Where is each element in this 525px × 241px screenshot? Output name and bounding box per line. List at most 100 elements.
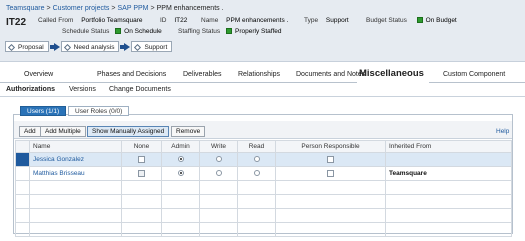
tab-deliverables[interactable]: Deliverables xyxy=(183,71,222,78)
workflow-step-label: Need analysis xyxy=(73,43,115,51)
users-table: Name None Admin Write Read Person Respon… xyxy=(15,140,512,237)
arrow-right-icon xyxy=(120,42,131,51)
column-header-admin[interactable]: Admin xyxy=(161,140,200,153)
read-radio[interactable] xyxy=(253,170,260,177)
none-checkbox-cell xyxy=(121,166,162,181)
none-checkbox[interactable] xyxy=(138,169,145,177)
subtab-divider xyxy=(0,96,525,97)
schedule-status-field: Schedule Status On Schedule xyxy=(62,28,162,35)
workflow-bar: Proposal Need analysis Support xyxy=(5,41,173,52)
person-responsible-cell xyxy=(275,152,386,167)
column-header-name[interactable]: Name xyxy=(29,140,122,153)
id-label: ID xyxy=(160,17,167,24)
subtab-versions[interactable]: Versions xyxy=(69,86,96,93)
staffing-status-label: Staffing Status xyxy=(178,28,221,35)
users-grid: Name None Admin Write Read Person Respon… xyxy=(15,140,512,237)
workflow-step-label: Proposal xyxy=(18,43,44,51)
breadcrumb-link[interactable]: SAP PPM xyxy=(118,5,149,12)
write-radio[interactable] xyxy=(215,170,222,177)
called-from-label: Called From xyxy=(38,17,74,24)
schedule-status-value: On Schedule xyxy=(124,28,162,35)
add-button[interactable]: Add xyxy=(19,126,41,137)
inherited-from-cell: Teamsquare xyxy=(385,166,512,181)
row-selector[interactable] xyxy=(15,166,30,181)
row-selector[interactable] xyxy=(15,152,30,167)
tab-relationships[interactable]: Relationships xyxy=(238,71,280,78)
person-responsible-checkbox[interactable] xyxy=(327,169,334,177)
workflow-step-support[interactable]: Support xyxy=(131,41,173,52)
user-name-link[interactable]: Matthias Brisseau xyxy=(29,166,122,181)
workflow-step-label: Support xyxy=(144,43,168,51)
admin-radio-cell xyxy=(161,166,200,181)
id-field: ID IT22 xyxy=(160,17,187,24)
breadcrumb-separator: > xyxy=(150,5,155,12)
name-label: Name xyxy=(201,17,219,24)
tab-overview[interactable]: Overview xyxy=(24,71,53,78)
breadcrumb-link[interactable]: Teamsquare xyxy=(6,5,45,12)
tab-user-roles[interactable]: User Roles (0/0) xyxy=(68,106,130,116)
tab-miscellaneous[interactable]: Miscellaneous xyxy=(359,68,424,79)
admin-radio-cell xyxy=(161,152,200,167)
table-header-row: Name None Admin Write Read Person Respon… xyxy=(15,140,512,153)
column-header-person-responsible[interactable]: Person Responsible xyxy=(275,140,386,153)
column-header-inherited-from[interactable]: Inherited From xyxy=(385,140,512,153)
user-name-link[interactable]: Jessica Gonzalez xyxy=(29,152,122,167)
page-title: IT22 xyxy=(6,17,27,28)
empty-row xyxy=(15,194,512,209)
table-row[interactable]: Jessica Gonzalez xyxy=(15,152,512,167)
none-checkbox[interactable] xyxy=(138,155,145,163)
called-from-field: Called From Portfolio Teamsquare xyxy=(38,17,143,24)
diamond-icon xyxy=(134,43,142,51)
tab-users[interactable]: Users (1/1) xyxy=(20,106,67,116)
admin-radio[interactable] xyxy=(177,170,184,177)
empty-row xyxy=(15,208,512,223)
read-radio-cell xyxy=(237,152,276,167)
budget-status-label: Budget Status xyxy=(366,17,407,24)
tab-documents-and-notes[interactable]: Documents and Notes xyxy=(296,71,365,78)
write-radio-cell xyxy=(199,152,238,167)
breadcrumb-current: PPM enhancements . xyxy=(156,5,224,12)
breadcrumb-link[interactable]: Customer projects xyxy=(53,5,110,12)
tab-bar-divider xyxy=(0,82,525,83)
diamond-icon xyxy=(63,43,71,51)
diamond-icon xyxy=(7,43,16,51)
schedule-status-label: Schedule Status xyxy=(62,28,110,35)
row-selector-header xyxy=(15,140,30,153)
none-checkbox-cell xyxy=(121,152,162,167)
inherited-from-cell xyxy=(385,152,512,167)
subtab-authorizations[interactable]: Authorizations xyxy=(6,86,55,93)
show-manually-assigned-button[interactable]: Show Manually Assigned xyxy=(87,126,170,137)
write-radio[interactable] xyxy=(215,156,222,163)
status-indicator-icon xyxy=(416,17,423,23)
help-link[interactable]: Help xyxy=(496,128,509,135)
workflow-step-need-analysis[interactable]: Need analysis xyxy=(60,41,120,52)
staffing-status-value: Properly Staffed xyxy=(234,28,282,35)
active-tab-indicator xyxy=(357,81,429,83)
tab-phases-and-decisions[interactable]: Phases and Decisions xyxy=(97,71,166,78)
id-value: IT22 xyxy=(174,17,188,24)
name-field: Name PPM enhancements . xyxy=(201,17,288,24)
remove-button[interactable]: Remove xyxy=(171,126,206,137)
breadcrumb-separator: > xyxy=(111,5,116,12)
read-radio[interactable] xyxy=(253,156,260,163)
called-from-value: Portfolio Teamsquare xyxy=(81,17,143,24)
breadcrumb: Teamsquare > Customer projects > SAP PPM > PPM… xyxy=(6,5,224,12)
add-multiple-button[interactable]: Add Multiple xyxy=(40,126,86,137)
status-indicator-icon xyxy=(115,28,122,34)
admin-radio[interactable] xyxy=(177,156,184,163)
column-header-none[interactable]: None xyxy=(121,140,162,153)
workflow-step-proposal[interactable]: Proposal xyxy=(5,41,49,52)
person-responsible-checkbox[interactable] xyxy=(327,155,334,163)
type-field: Type Support xyxy=(304,17,349,24)
staffing-status-field: Staffing Status Properly Staffed xyxy=(178,28,281,35)
empty-row xyxy=(15,180,512,195)
type-label: Type xyxy=(304,17,319,24)
table-row[interactable]: Matthias Brisseau Teamsquare xyxy=(15,166,512,181)
name-value: PPM enhancements . xyxy=(226,17,289,24)
write-radio-cell xyxy=(199,166,238,181)
status-indicator-icon xyxy=(225,28,232,34)
subtab-change-documents[interactable]: Change Documents xyxy=(109,86,171,93)
column-header-read[interactable]: Read xyxy=(237,140,276,153)
column-header-write[interactable]: Write xyxy=(199,140,238,153)
tab-custom-component[interactable]: Custom Component xyxy=(443,71,505,78)
